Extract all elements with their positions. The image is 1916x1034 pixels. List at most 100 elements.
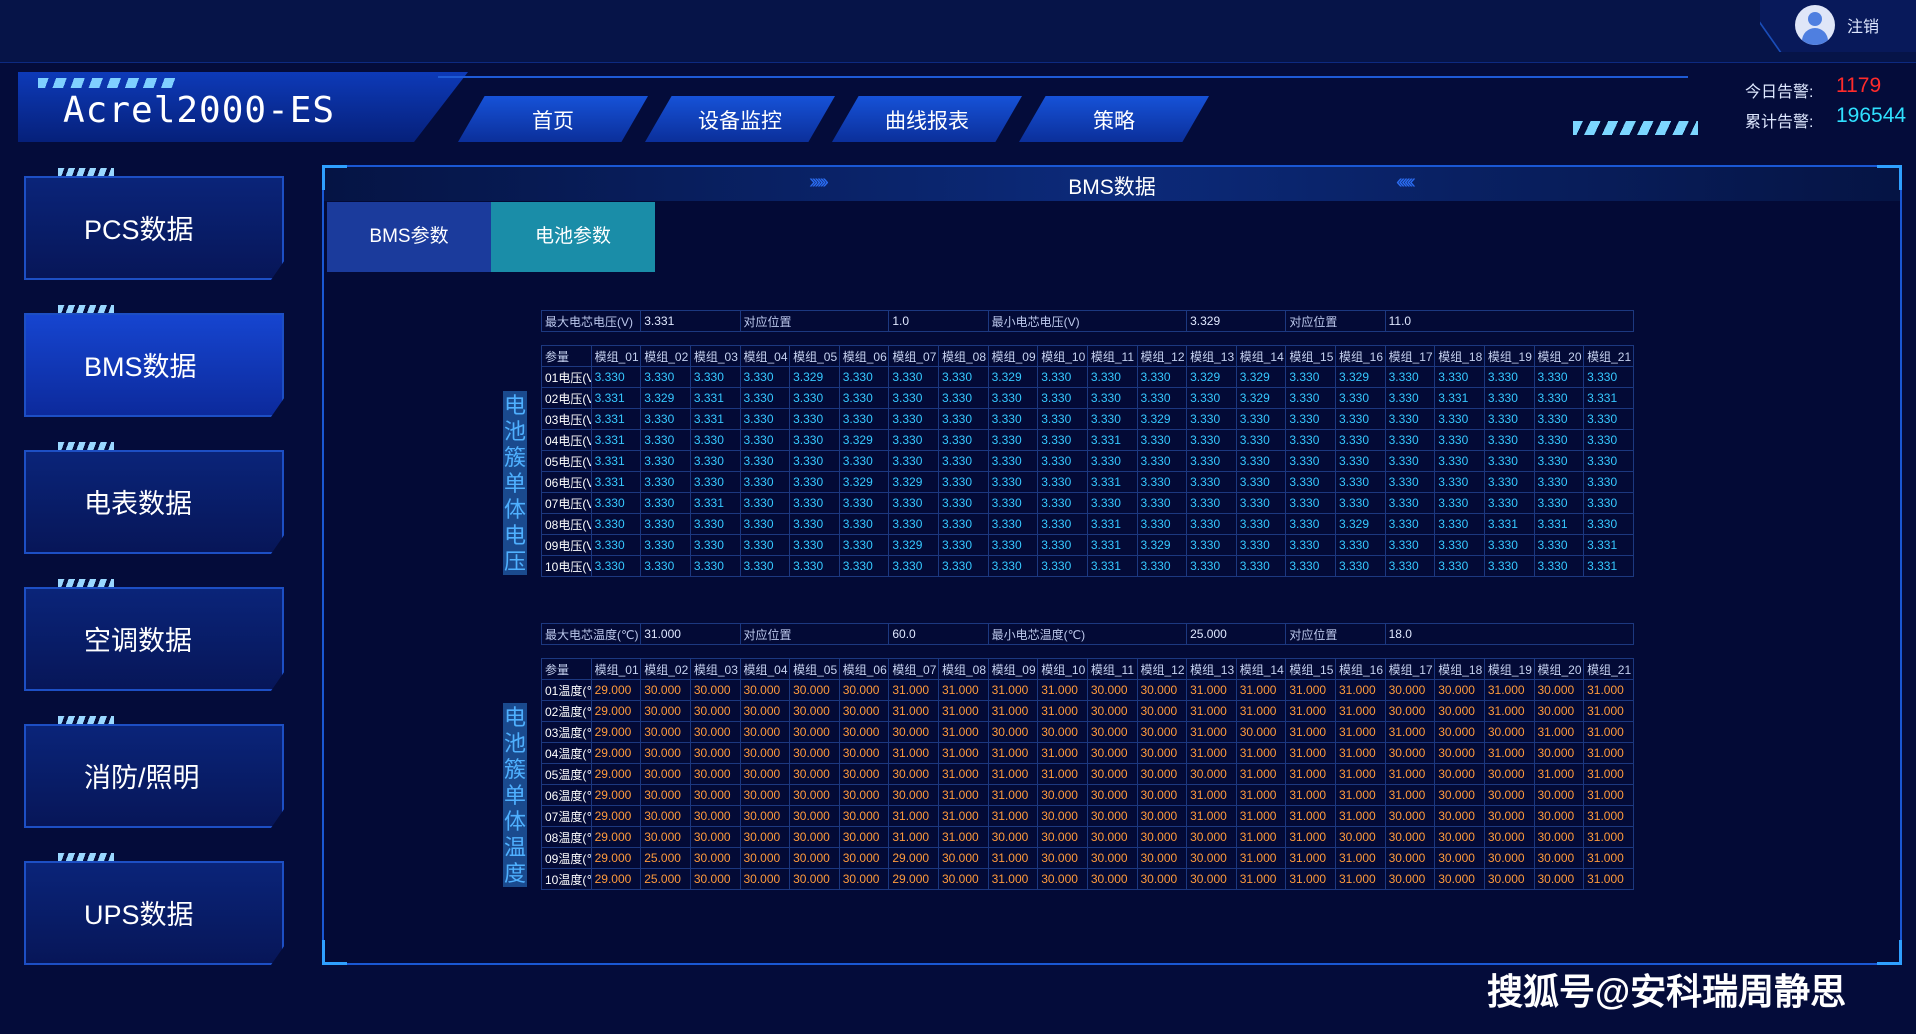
table-cell: 3.329 bbox=[1235, 366, 1287, 388]
corner-decoration bbox=[322, 165, 347, 190]
table-cell: 25.000 bbox=[640, 868, 691, 890]
table-cell: 31.000 bbox=[1037, 679, 1088, 701]
tab-battery-params[interactable]: 电池参数 bbox=[491, 202, 655, 272]
table-cell: 3.330 bbox=[1483, 387, 1535, 409]
table-cell: 3.330 bbox=[938, 429, 989, 451]
table-cell: 30.000 bbox=[1483, 763, 1535, 785]
column-header-module: 模组_13 bbox=[1186, 345, 1237, 367]
table-cell: 3.330 bbox=[1533, 408, 1585, 430]
table-cell: 3.330 bbox=[1533, 555, 1585, 577]
alarm-today-label: 今日告警: bbox=[1745, 84, 1814, 101]
table-cell: 30.000 bbox=[1533, 826, 1585, 848]
nav-curve-report[interactable]: 曲线报表 bbox=[832, 96, 1022, 142]
sidebar-item-bms[interactable]: BMS数据 bbox=[24, 313, 284, 417]
column-header-module: 模组_01 bbox=[590, 345, 642, 367]
table-cell: 31.000 bbox=[938, 826, 989, 848]
logo-plate: Acrel2000-ES bbox=[18, 72, 468, 142]
table-cell: 3.331 bbox=[590, 387, 642, 409]
table-cell: 30.000 bbox=[1037, 868, 1088, 890]
sidebar-item-pcs[interactable]: PCS数据 bbox=[24, 176, 284, 280]
table-cell: 3.330 bbox=[1186, 408, 1237, 430]
table-cell: 30.000 bbox=[1136, 784, 1188, 806]
logout-button[interactable]: 注销 bbox=[1847, 13, 1879, 37]
nav-strategy[interactable]: 策略 bbox=[1019, 96, 1209, 142]
nav-home[interactable]: 首页 bbox=[458, 96, 648, 142]
table-cell: 30.000 bbox=[1434, 763, 1485, 785]
table-cell: 31.000 bbox=[1583, 826, 1634, 848]
table-cell: 31.000 bbox=[1285, 784, 1336, 806]
table-cell: 3.330 bbox=[1335, 534, 1386, 556]
table-row: 02电压(V)3.3313.3293.3313.3303.3303.3303.3… bbox=[541, 387, 1634, 409]
summary-min-pos-label: 对应位置 bbox=[1285, 310, 1386, 332]
table-cell: 30.000 bbox=[689, 721, 741, 743]
table-cell: 3.330 bbox=[1483, 555, 1535, 577]
table-cell: 30.000 bbox=[838, 742, 890, 764]
table-cell: 30.000 bbox=[789, 742, 840, 764]
table-cell: 3.330 bbox=[1384, 366, 1436, 388]
table-cell: 3.331 bbox=[1086, 555, 1138, 577]
alarm-total-value: 196544 bbox=[1836, 104, 1907, 127]
column-header-module: 模组_14 bbox=[1235, 658, 1287, 680]
table-cell: 3.331 bbox=[1086, 471, 1138, 493]
table-cell: 3.330 bbox=[640, 555, 691, 577]
avatar-icon[interactable] bbox=[1795, 5, 1835, 45]
table-cell: 3.330 bbox=[987, 513, 1039, 535]
sidebar-item-fire-lighting[interactable]: 消防/照明 bbox=[24, 724, 284, 828]
table-cell: 3.330 bbox=[739, 534, 791, 556]
table-cell: 3.330 bbox=[1434, 492, 1485, 514]
logo-stripes bbox=[38, 78, 178, 88]
table-cell: 30.000 bbox=[689, 679, 741, 701]
summary-min-pos-label: 对应位置 bbox=[1285, 623, 1386, 645]
table-cell: 30.000 bbox=[789, 784, 840, 806]
table-cell: 31.000 bbox=[1483, 679, 1535, 701]
table-cell: 31.000 bbox=[1186, 805, 1237, 827]
table-cell: 30.000 bbox=[1384, 826, 1436, 848]
table-cell: 3.330 bbox=[590, 534, 642, 556]
table-cell: 3.330 bbox=[1086, 408, 1138, 430]
table-cell: 3.330 bbox=[1285, 366, 1336, 388]
nav-device-monitoring[interactable]: 设备监控 bbox=[645, 96, 835, 142]
table-row: 10电压(V)3.3303.3303.3303.3303.3303.3303.3… bbox=[541, 555, 1634, 577]
column-header-module: 模组_08 bbox=[938, 658, 989, 680]
table-cell: 3.330 bbox=[1136, 555, 1188, 577]
table-cell: 31.000 bbox=[1335, 700, 1386, 722]
table-cell: 31.000 bbox=[1533, 721, 1585, 743]
table-cell: 3.329 bbox=[1335, 513, 1386, 535]
table-cell: 3.330 bbox=[739, 387, 791, 409]
voltage-side-label: 电池簇单体电压 bbox=[503, 391, 527, 575]
column-header-module: 模组_11 bbox=[1086, 345, 1138, 367]
table-cell: 31.000 bbox=[888, 805, 939, 827]
column-header-module: 模组_08 bbox=[938, 345, 989, 367]
table-cell: 3.330 bbox=[938, 387, 989, 409]
table-cell: 3.330 bbox=[1384, 450, 1436, 472]
table-cell: 3.330 bbox=[1434, 408, 1485, 430]
corner-decoration bbox=[1877, 165, 1902, 190]
table-cell: 3.330 bbox=[888, 513, 939, 535]
table-cell: 3.330 bbox=[1037, 492, 1088, 514]
table-cell: 3.330 bbox=[987, 408, 1039, 430]
table-cell: 31.000 bbox=[1335, 721, 1386, 743]
row-label: 09电压(V) bbox=[541, 534, 592, 556]
table-row: 10温度(℃)29.00025.00030.00030.00030.00030.… bbox=[541, 868, 1634, 890]
table-cell: 3.330 bbox=[1136, 450, 1188, 472]
table-cell: 3.330 bbox=[1285, 555, 1336, 577]
table-cell: 31.000 bbox=[1235, 784, 1287, 806]
table-cell: 30.000 bbox=[1037, 784, 1088, 806]
table-cell: 31.000 bbox=[1335, 679, 1386, 701]
row-label: 08温度(℃) bbox=[541, 826, 592, 848]
sidebar-item-air-conditioning[interactable]: 空调数据 bbox=[24, 587, 284, 691]
table-cell: 30.000 bbox=[1136, 847, 1188, 869]
table-cell: 3.331 bbox=[689, 492, 741, 514]
table-cell: 31.000 bbox=[1037, 763, 1088, 785]
table-cell: 30.000 bbox=[838, 763, 890, 785]
sidebar-item-ups[interactable]: UPS数据 bbox=[24, 861, 284, 965]
table-cell: 3.330 bbox=[1285, 450, 1336, 472]
tab-bms-params[interactable]: BMS参数 bbox=[327, 202, 491, 272]
table-cell: 30.000 bbox=[689, 826, 741, 848]
table-cell: 3.330 bbox=[739, 513, 791, 535]
table-cell: 30.000 bbox=[1086, 763, 1138, 785]
table-cell: 3.330 bbox=[1533, 387, 1585, 409]
sidebar-item-meter[interactable]: 电表数据 bbox=[24, 450, 284, 554]
table-cell: 3.330 bbox=[1285, 513, 1336, 535]
table-cell: 3.329 bbox=[1186, 366, 1237, 388]
